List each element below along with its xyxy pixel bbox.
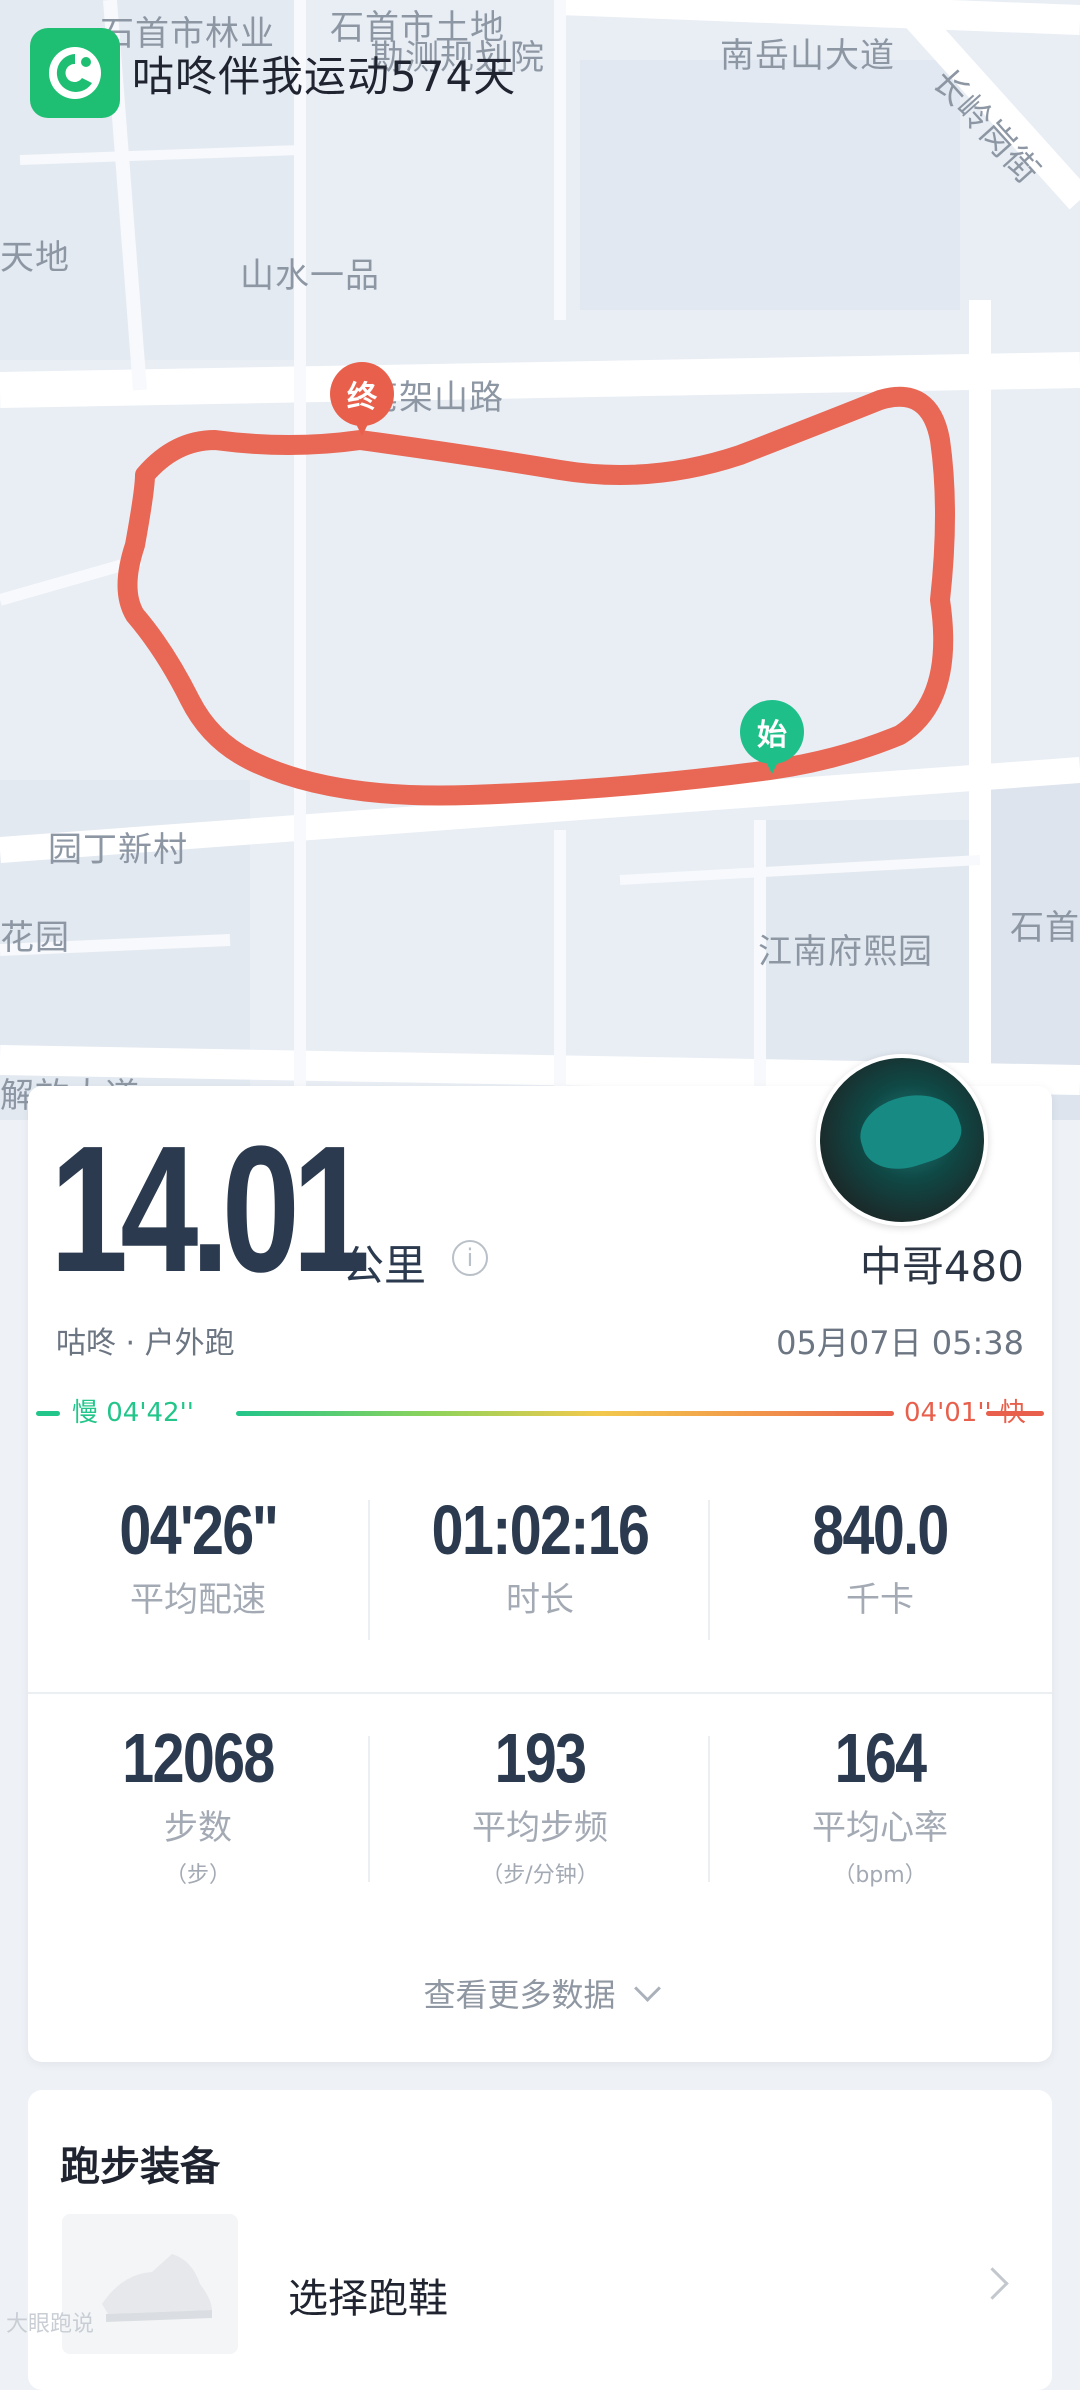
select-shoes-button[interactable]: 选择跑鞋 (288, 2266, 448, 2324)
stat-label: 平均步频 (472, 1808, 608, 1848)
gear-title: 跑步装备 (60, 2144, 220, 2190)
stat-duration: 01:02:16 时长 (370, 1490, 710, 1621)
stat-label: 步数 (164, 1808, 232, 1848)
end-marker[interactable]: 终 (330, 362, 394, 442)
avatar[interactable] (816, 1054, 988, 1226)
stat-value: 840.0 (812, 1491, 949, 1569)
pace-gradient-bar: 慢 04'42'' 04'01'' 快 (36, 1400, 1044, 1426)
chevron-down-icon (633, 1975, 661, 2002)
map-label: 花园 (0, 918, 70, 958)
distance-unit: 公里 (342, 1241, 427, 1290)
activity-type: 咕咚 · 户外跑 (56, 1326, 235, 1361)
stat-value: 12068 (122, 1719, 275, 1797)
pace-line-left (36, 1411, 60, 1416)
stat-label: 时长 (506, 1580, 574, 1620)
stat-heart-rate: 164 平均心率 （bpm） (710, 1718, 1050, 1889)
pace-slow-label: 慢 04'42'' (72, 1398, 194, 1428)
stat-value: 04'26'' (119, 1491, 278, 1569)
stat-steps: 12068 步数 （步） (28, 1718, 368, 1889)
end-marker-tail (350, 412, 374, 436)
stat-value: 01:02:16 (431, 1491, 650, 1569)
stat-unit: （bpm） (833, 1863, 927, 1888)
map-label: 天地 (0, 238, 70, 278)
stat-row-divider (28, 1692, 1052, 1694)
map-label: 石首 (1010, 908, 1080, 948)
map-label: 园丁新村 (48, 830, 188, 870)
distance-value: 14.01 (50, 1109, 370, 1310)
stat-divider (708, 1500, 710, 1640)
running-gear-card: 跑步装备 选择跑鞋 (28, 2090, 1052, 2390)
stat-divider (708, 1736, 710, 1882)
start-marker-tail (760, 750, 784, 774)
stat-calories: 840.0 千卡 (710, 1490, 1050, 1621)
stat-label: 千卡 (846, 1580, 914, 1620)
pace-gradient (236, 1411, 894, 1416)
route-map[interactable]: 石首市林业 石首市土地 勘测规划院 南岳山大道 长岭岗街 天地 山水一品 笔架山… (0, 0, 1080, 1120)
stat-label: 平均配速 (130, 1580, 266, 1620)
pace-line-right (986, 1411, 1044, 1416)
stat-cadence: 193 平均步频 （步/分钟） (370, 1718, 710, 1889)
stat-value: 193 (494, 1719, 587, 1797)
start-marker[interactable]: 始 (740, 700, 804, 780)
app-title: 咕咚伴我运动574天 (132, 51, 517, 101)
view-more-label: 查看更多数据 (423, 1976, 616, 2014)
username[interactable]: 中哥480 (860, 1233, 1024, 1294)
stat-unit: （步/分钟） (481, 1863, 599, 1888)
stat-avg-pace: 04'26'' 平均配速 (28, 1490, 368, 1621)
stat-value: 164 (834, 1719, 927, 1797)
codoon-logo-icon (30, 28, 120, 118)
map-label: 山水一品 (240, 256, 380, 296)
stat-divider (368, 1736, 370, 1882)
chevron-right-icon[interactable] (976, 2267, 1009, 2300)
view-more-button[interactable]: 查看更多数据 (0, 1970, 1080, 2016)
stat-unit: （步） (164, 1863, 231, 1888)
map-label: 南岳山大道 (720, 36, 895, 76)
stat-divider (368, 1500, 370, 1640)
map-label: 江南府熙园 (758, 932, 933, 972)
app-badge: 咕咚伴我运动574天 (30, 28, 516, 118)
activity-datetime: 05月07日 05:38 (776, 1324, 1024, 1362)
watermark: 大眼跑说 (6, 2312, 95, 2337)
stat-label: 平均心率 (812, 1808, 948, 1848)
info-icon[interactable]: i (452, 1240, 488, 1276)
